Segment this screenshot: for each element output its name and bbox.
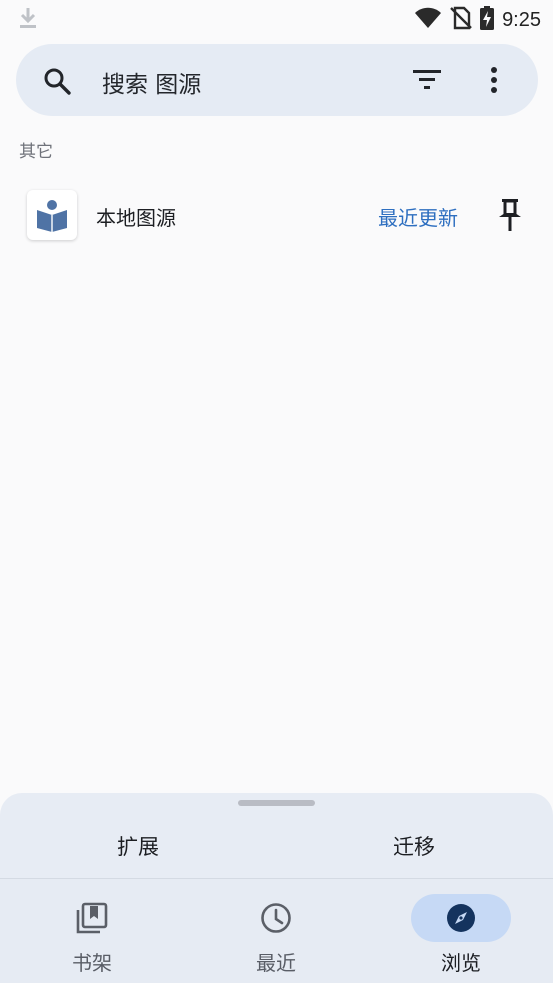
screen: 9:25 搜索 图源 其它 本地图源 最近更新 扩展 迁移 书架 最近 浏览 [0, 0, 553, 983]
more-vert-icon[interactable] [488, 66, 500, 100]
nav-label-history: 最近 [256, 951, 296, 975]
nav-item-browse[interactable]: 浏览 [369, 879, 553, 983]
pin-icon[interactable] [497, 198, 523, 236]
status-icons: 9:25 [414, 6, 541, 34]
status-time: 9:25 [502, 8, 541, 31]
wifi-icon [414, 7, 442, 33]
search-input[interactable]: 搜索 图源 [102, 65, 201, 99]
search-icon[interactable] [42, 66, 72, 100]
search-bar[interactable]: 搜索 图源 [16, 44, 538, 116]
history-icon [260, 902, 292, 938]
source-list-item[interactable]: 本地图源 最近更新 [0, 178, 553, 254]
section-header: 其它 [19, 142, 53, 162]
nav-label-browse: 浏览 [441, 951, 481, 975]
no-sim-icon [450, 6, 472, 34]
sheet-drag-handle[interactable] [238, 800, 315, 806]
library-icon [76, 902, 108, 938]
source-name: 本地图源 [96, 206, 176, 230]
explore-icon [445, 902, 477, 938]
filter-icon[interactable] [412, 68, 442, 96]
battery-charging-icon [480, 6, 495, 34]
nav-label-library: 书架 [72, 951, 112, 975]
status-bar: 9:25 [0, 0, 553, 38]
nav-item-history[interactable]: 最近 [184, 879, 368, 983]
nav-item-library[interactable]: 书架 [0, 879, 184, 983]
latest-updates-button[interactable]: 最近更新 [378, 202, 458, 231]
local-source-icon [27, 190, 77, 240]
bottom-sheet: 扩展 迁移 [0, 793, 553, 879]
tab-extensions[interactable]: 扩展 [117, 831, 159, 861]
tab-migrate[interactable]: 迁移 [393, 831, 435, 861]
download-icon [18, 6, 38, 34]
bottom-navigation: 书架 最近 浏览 [0, 879, 553, 983]
